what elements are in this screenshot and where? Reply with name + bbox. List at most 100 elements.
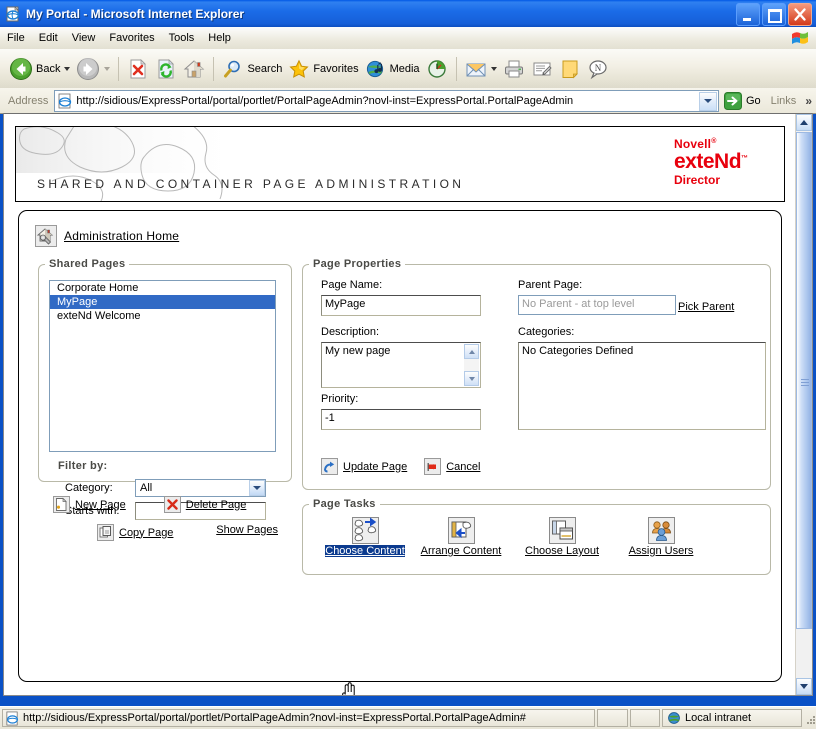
address-input[interactable]: http://sidious/ExpressPortal/portal/port… [54, 90, 719, 112]
scroll-down-button[interactable] [796, 678, 812, 695]
registered-mark: ® [711, 138, 716, 145]
trademark-mark: ™ [741, 155, 748, 162]
list-item[interactable]: exteNd Welcome [50, 309, 275, 323]
toolbar-overflow-icon[interactable]: » [805, 94, 812, 108]
favorites-button[interactable]: Favorites [285, 49, 361, 88]
forward-button[interactable] [73, 49, 113, 88]
new-page-icon [53, 496, 70, 513]
home-button[interactable] [180, 49, 208, 88]
address-bar: Address http://sidious/ExpressPortal/por… [0, 88, 816, 114]
categories-listbox[interactable]: No Categories Defined [518, 342, 766, 430]
task-arrange-content[interactable]: Arrange Content [415, 517, 507, 557]
description-value: My new page [325, 345, 390, 357]
menu-item-edit[interactable]: Edit [32, 30, 65, 46]
page-title: SHARED AND CONTAINER PAGE ADMINISTRATION [37, 177, 464, 191]
mail-button[interactable] [462, 49, 500, 88]
menu-item-file[interactable]: File [0, 30, 32, 46]
shared-pages-panel: Shared Pages Corporate Home MyPage exteN… [38, 258, 292, 482]
discuss-button[interactable] [556, 49, 584, 88]
task-choose-content[interactable]: Choose Content [319, 517, 411, 557]
search-button[interactable]: Search [219, 49, 285, 88]
media-globe-icon [365, 58, 387, 80]
parent-page-input[interactable]: No Parent - at top level [518, 295, 676, 315]
administration-home-link[interactable]: Administration Home [35, 225, 179, 247]
menu-item-tools[interactable]: Tools [162, 30, 202, 46]
description-scrollbar[interactable] [464, 344, 479, 386]
history-button[interactable] [423, 49, 451, 88]
pick-parent-link[interactable]: Pick Parent [678, 301, 734, 313]
status-url: http://sidious/ExpressPortal/portal/port… [23, 712, 526, 724]
menu-item-view[interactable]: View [65, 30, 103, 46]
links-button[interactable]: Links [767, 95, 801, 107]
delete-page-button[interactable]: Delete Page [164, 496, 247, 513]
status-panel-3 [630, 709, 661, 727]
stop-button[interactable] [124, 49, 152, 88]
priority-input[interactable]: -1 [321, 409, 481, 430]
copy-page-icon [97, 524, 114, 541]
task-choose-layout[interactable]: Choose Layout [516, 517, 608, 557]
notes-icon [559, 58, 581, 80]
go-arrow-icon [723, 91, 743, 111]
media-label: Media [390, 63, 420, 75]
shared-pages-legend: Shared Pages [45, 258, 129, 270]
task-assign-users-label: Assign Users [629, 545, 694, 557]
list-item[interactable]: MyPage [50, 295, 275, 309]
assign-users-icon [648, 517, 675, 544]
print-button[interactable] [500, 49, 528, 88]
close-button[interactable] [788, 3, 812, 26]
scroll-up-button[interactable] [796, 114, 812, 131]
choose-content-icon [352, 517, 379, 544]
description-textarea[interactable]: My new page [321, 342, 481, 388]
scrollbar-grip-icon [801, 377, 809, 385]
back-dropdown-icon[interactable] [64, 67, 70, 71]
logo-novell-text: Novell [674, 137, 711, 151]
page-favicon-icon [57, 93, 73, 109]
admin-main-panel: Administration Home Shared Pages Corpora… [18, 210, 782, 682]
scrollbar-thumb[interactable] [796, 132, 812, 629]
chevron-down-icon[interactable] [249, 480, 265, 496]
task-assign-users[interactable]: Assign Users [615, 517, 707, 557]
mail-dropdown-icon[interactable] [491, 67, 497, 71]
choose-layout-icon [549, 517, 576, 544]
messenger-button[interactable]: N [584, 49, 612, 88]
media-button[interactable]: Media [362, 49, 423, 88]
description-label: Description: [321, 326, 379, 338]
copy-page-label: Copy Page [119, 527, 173, 539]
shared-pages-listbox[interactable]: Corporate Home MyPage exteNd Welcome [49, 280, 276, 452]
list-item[interactable]: Corporate Home [50, 281, 275, 295]
cancel-label: Cancel [446, 461, 480, 473]
edit-button[interactable] [528, 49, 556, 88]
address-dropdown-icon[interactable] [699, 92, 717, 111]
window-controls [736, 3, 812, 26]
copy-page-button[interactable]: Copy Page [97, 524, 173, 541]
edit-page-icon [531, 59, 553, 79]
status-panel-2 [597, 709, 628, 727]
close-icon [789, 4, 811, 25]
menu-bar: File Edit View Favorites Tools Help [0, 27, 816, 50]
scroll-up-icon[interactable] [464, 344, 479, 359]
scroll-down-icon[interactable] [464, 371, 479, 386]
new-page-button[interactable]: New Page [53, 496, 126, 513]
menu-item-help[interactable]: Help [201, 30, 238, 46]
cancel-button[interactable]: Cancel [424, 458, 480, 475]
page-name-input[interactable]: MyPage [321, 295, 481, 316]
new-page-label: New Page [75, 499, 126, 511]
address-value: http://sidious/ExpressPortal/portal/port… [76, 95, 573, 107]
refresh-button[interactable] [152, 49, 180, 88]
maximize-button[interactable] [762, 3, 786, 26]
update-page-button[interactable]: Update Page [321, 458, 407, 475]
category-select[interactable]: All [135, 479, 266, 497]
back-button[interactable]: Back [6, 49, 73, 88]
resize-grip-icon[interactable] [804, 711, 816, 725]
search-icon [222, 58, 244, 80]
menu-item-favorites[interactable]: Favorites [102, 30, 161, 46]
refresh-icon [155, 58, 177, 80]
mail-icon [465, 59, 487, 79]
page-vertical-scrollbar[interactable] [795, 114, 812, 695]
page-banner: SHARED AND CONTAINER PAGE ADMINISTRATION… [15, 126, 785, 202]
favorites-label: Favorites [313, 63, 358, 75]
toolbar-separator-2 [213, 57, 214, 81]
status-zone-panel: Local intranet [662, 709, 802, 727]
go-button[interactable]: Go [721, 91, 767, 111]
minimize-button[interactable] [736, 3, 760, 26]
